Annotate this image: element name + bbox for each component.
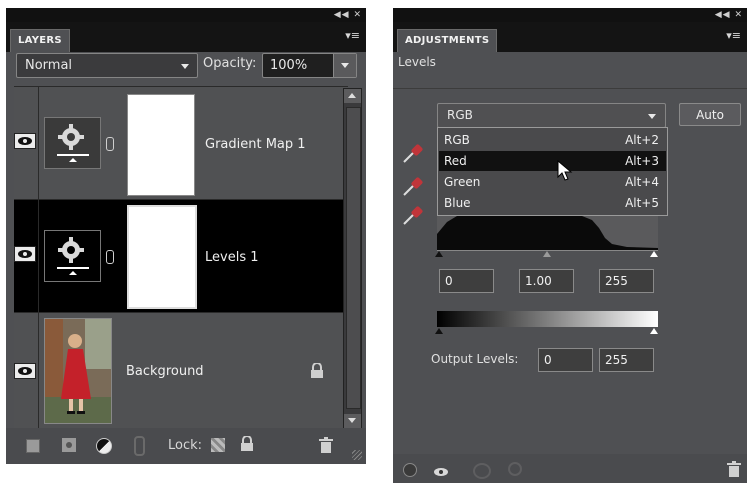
window-controls[interactable]: ◀◀ ✕ xyxy=(715,8,743,22)
link-icon xyxy=(106,250,114,264)
tab-bar: ADJUSTMENTS ▾≡ xyxy=(393,22,747,52)
gray-point-eyedropper-icon[interactable] xyxy=(401,174,425,198)
chevron-down-icon xyxy=(341,63,349,68)
link-icon xyxy=(106,137,114,151)
panel-menu-icon[interactable]: ▾≡ xyxy=(345,29,360,42)
auto-button[interactable]: Auto xyxy=(679,103,741,126)
adjustments-panel: ◀◀ ✕ ADJUSTMENTS ▾≡ Levels RGB Auto 0 1.… xyxy=(393,8,747,483)
menu-item-rgb[interactable]: RGB Alt+2 xyxy=(439,130,666,150)
eye-icon[interactable] xyxy=(14,246,36,262)
lock-transparency-icon[interactable] xyxy=(211,438,225,452)
tab-bar: LAYERS ▾≡ xyxy=(6,22,366,52)
trash-icon[interactable] xyxy=(319,437,333,453)
input-gamma-slider[interactable] xyxy=(543,251,551,257)
layers-panel: ◀◀ ✕ LAYERS ▾≡ Normal Opacity: 100% Grad… xyxy=(6,8,366,464)
output-black-slider[interactable] xyxy=(435,328,443,334)
layer-name: Background xyxy=(126,364,204,379)
output-levels-label: Output Levels: xyxy=(431,352,519,366)
clip-to-layer-icon[interactable] xyxy=(403,463,417,477)
blend-mode-select[interactable]: Normal xyxy=(16,53,198,78)
trash-icon[interactable] xyxy=(727,461,741,477)
new-layer-icon[interactable] xyxy=(26,439,40,453)
output-white-field[interactable]: 255 xyxy=(599,348,654,372)
layers-toolbar: Lock: xyxy=(6,428,366,464)
eye-icon[interactable] xyxy=(14,133,36,149)
visibility-toggle-icon[interactable] xyxy=(433,463,449,476)
layer-row-levels[interactable]: Levels 1 xyxy=(14,200,348,312)
opacity-dropdown-button[interactable] xyxy=(333,54,356,77)
cursor-arrow-icon xyxy=(557,159,573,182)
scroll-down-button[interactable] xyxy=(344,414,361,428)
adjustments-toolbar xyxy=(393,454,747,483)
menu-item-label: Red xyxy=(444,154,467,168)
panel-menu-icon[interactable]: ▾≡ xyxy=(726,29,741,42)
white-point-eyedropper-icon[interactable] xyxy=(401,203,425,227)
add-mask-icon[interactable] xyxy=(62,438,76,452)
window-controls[interactable]: ◀◀ ✕ xyxy=(334,8,362,22)
scroll-thumb[interactable] xyxy=(346,107,361,409)
layer-name: Levels 1 xyxy=(205,250,259,265)
auto-label: Auto xyxy=(696,108,724,122)
tab-layers[interactable]: LAYERS xyxy=(10,29,70,52)
adjustment-layer-icon xyxy=(44,230,101,282)
menu-item-label: RGB xyxy=(444,133,470,147)
menu-item-green[interactable]: Green Alt+4 xyxy=(439,172,666,192)
menu-item-shortcut: Alt+3 xyxy=(625,154,659,168)
channel-menu: RGB Alt+2 Red Alt+3 Green Alt+4 Blue Alt… xyxy=(437,127,668,216)
output-gradient xyxy=(437,311,658,327)
input-white-field[interactable]: 255 xyxy=(599,269,654,293)
layer-name: Gradient Map 1 xyxy=(205,137,306,152)
output-white-slider[interactable] xyxy=(650,328,658,334)
channel-select[interactable]: RGB xyxy=(437,103,666,128)
lock-label: Lock: xyxy=(168,438,203,453)
channel-value: RGB xyxy=(447,108,473,122)
panel-title-strip xyxy=(6,8,366,22)
background-image-thumbnail xyxy=(44,318,112,424)
layer-list: Gradient Map 1 Levels 1 Background xyxy=(6,86,366,428)
opacity-value: 100% xyxy=(270,58,308,73)
menu-item-red[interactable]: Red Alt+3 xyxy=(439,151,666,171)
tab-adjustments[interactable]: ADJUSTMENTS xyxy=(397,29,498,52)
black-point-eyedropper-icon[interactable] xyxy=(401,141,425,165)
scroll-up-button[interactable] xyxy=(344,89,361,103)
section-title: Levels xyxy=(398,55,436,69)
chevron-down-icon xyxy=(648,114,656,119)
menu-item-label: Blue xyxy=(444,196,471,210)
reset-icon[interactable] xyxy=(508,462,522,476)
opacity-label: Opacity: xyxy=(203,56,257,71)
menu-item-blue[interactable]: Blue Alt+5 xyxy=(439,193,666,213)
menu-item-shortcut: Alt+2 xyxy=(625,133,659,147)
menu-item-shortcut: Alt+5 xyxy=(625,196,659,210)
layers-scrollbar[interactable] xyxy=(343,88,362,429)
section-divider xyxy=(393,88,747,89)
chevron-down-icon xyxy=(181,64,189,69)
menu-item-label: Green xyxy=(444,175,481,189)
adjustment-layer-button-icon[interactable] xyxy=(96,438,112,454)
resize-grip-icon[interactable] xyxy=(352,450,362,460)
lock-icon xyxy=(310,362,324,379)
lock-all-icon[interactable] xyxy=(240,435,254,452)
output-black-field[interactable]: 0 xyxy=(538,348,593,372)
layer-mask-thumbnail xyxy=(127,205,197,309)
adjustment-layer-icon xyxy=(44,117,101,169)
menu-item-shortcut: Alt+4 xyxy=(625,175,659,189)
input-black-field[interactable]: 0 xyxy=(439,269,494,293)
input-gamma-field[interactable]: 1.00 xyxy=(519,269,574,293)
layer-row-gradient-map[interactable]: Gradient Map 1 xyxy=(14,87,348,199)
input-white-slider[interactable] xyxy=(650,251,658,257)
chevron-down-icon xyxy=(348,418,356,423)
chevron-up-icon xyxy=(348,93,356,98)
input-black-slider[interactable] xyxy=(435,251,443,257)
blend-mode-value: Normal xyxy=(25,58,73,73)
opacity-field[interactable]: 100% xyxy=(262,53,357,78)
eye-icon[interactable] xyxy=(14,363,36,379)
layer-mask-thumbnail xyxy=(127,94,195,196)
view-previous-icon[interactable] xyxy=(473,463,491,479)
link-layers-icon[interactable] xyxy=(134,436,145,456)
layer-row-background[interactable]: Background xyxy=(14,313,348,428)
panel-title-strip xyxy=(393,8,747,22)
